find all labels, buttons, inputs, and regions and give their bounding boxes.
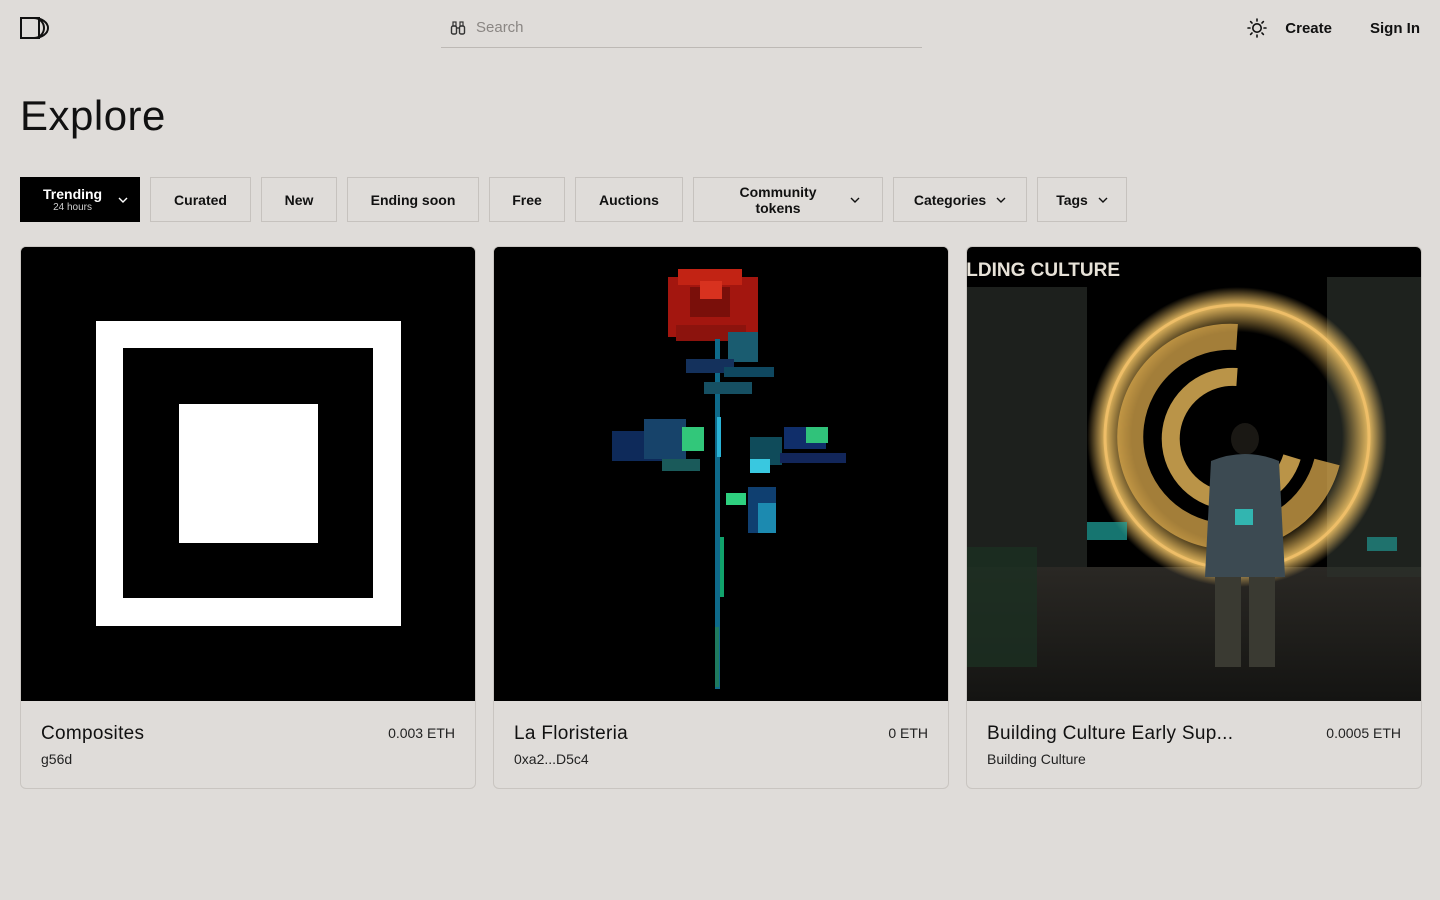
tags-label: Tags — [1056, 191, 1088, 208]
binoculars-icon — [450, 19, 468, 37]
top-bar: Create Sign In — [0, 0, 1440, 56]
card-meta: Composites g56d 0.003 ETH — [41, 723, 455, 767]
trending-filter-button[interactable]: Trending 24 hours — [20, 177, 140, 222]
nft-card[interactable]: La Floristeria 0xa2...D5c4 0 ETH — [493, 246, 949, 789]
new-filter-button[interactable]: New — [261, 177, 337, 222]
card-price: 0.003 ETH — [388, 725, 455, 741]
page-title: Explore — [20, 92, 166, 139]
card-price: 0.0005 ETH — [1326, 725, 1401, 741]
card-artwork-building-culture[interactable]: ILDING CULTURE — [967, 247, 1421, 701]
create-link[interactable]: Create — [1285, 20, 1332, 37]
search-input[interactable] — [476, 19, 896, 36]
card-creator[interactable]: Building Culture — [987, 751, 1401, 767]
card-grid: Composites g56d 0.003 ETH La Floristeria… — [20, 246, 1422, 789]
tags-filter-button[interactable]: Tags — [1037, 177, 1127, 222]
chevron-down-icon — [1098, 195, 1108, 205]
categories-filter-button[interactable]: Categories — [893, 177, 1027, 222]
trending-text: Trending 24 hours — [43, 187, 102, 213]
nav-right: Create Sign In — [1247, 16, 1420, 40]
sign-in-link[interactable]: Sign In — [1370, 20, 1420, 37]
sun-icon[interactable] — [1247, 17, 1269, 39]
chevron-down-icon — [850, 195, 860, 205]
free-filter-button[interactable]: Free — [489, 177, 565, 222]
trending-label: Trending — [43, 185, 103, 202]
community-tokens-filter-button[interactable]: Community tokens — [693, 177, 883, 222]
card-creator[interactable]: g56d — [41, 751, 455, 767]
card-creator[interactable]: 0xa2...D5c4 — [514, 751, 928, 767]
community-tokens-label: Community tokens — [739, 183, 817, 216]
card-artwork-rose[interactable] — [494, 247, 948, 701]
chevron-down-icon — [118, 195, 128, 205]
card-meta: Building Culture Early Sup... Building C… — [987, 723, 1401, 767]
art-overlay-text: ILDING CULTURE — [967, 260, 1120, 281]
auctions-filter-button[interactable]: Auctions — [575, 177, 683, 222]
trending-period: 24 hours — [53, 201, 93, 213]
ending-soon-filter-button[interactable]: Ending soon — [347, 177, 479, 222]
logo-icon[interactable] — [20, 17, 50, 39]
categories-label: Categories — [913, 191, 987, 208]
chevron-down-icon — [996, 195, 1006, 205]
filter-bar: Trending 24 hours Curated New Ending soo… — [20, 177, 1127, 222]
nft-card[interactable]: Composites g56d 0.003 ETH — [20, 246, 476, 789]
card-artwork-composites[interactable] — [21, 247, 475, 701]
search-bar[interactable] — [441, 8, 922, 48]
card-meta: La Floristeria 0xa2...D5c4 0 ETH — [514, 723, 928, 767]
card-price: 0 ETH — [888, 725, 928, 741]
nft-card[interactable]: ILDING CULTURE Building Culture Early Su… — [966, 246, 1422, 789]
curated-filter-button[interactable]: Curated — [150, 177, 251, 222]
card-title: La Floristeria — [514, 723, 629, 744]
